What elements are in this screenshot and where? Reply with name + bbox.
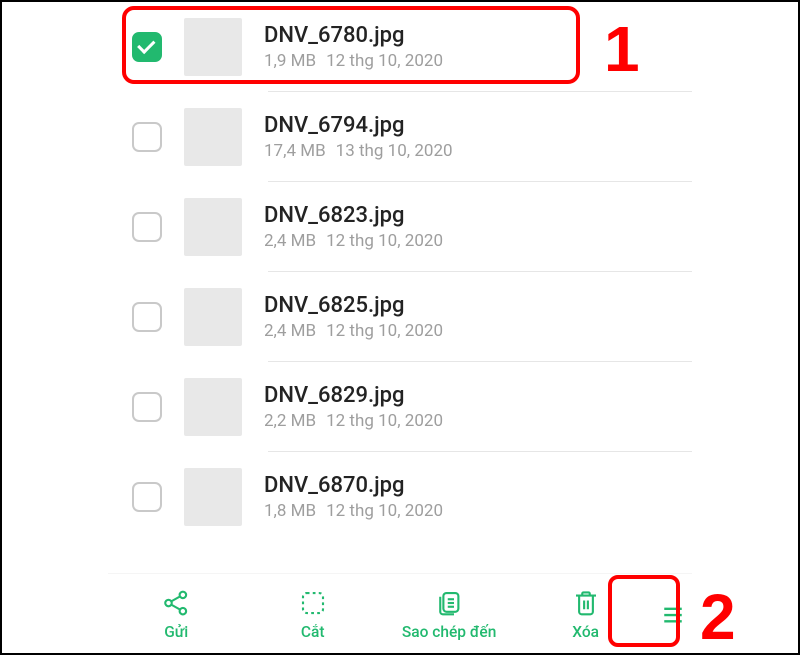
delete-label: Xóa: [572, 623, 599, 641]
file-date: 13 thg 10, 2020: [336, 141, 453, 161]
send-label: Gửi: [164, 623, 188, 641]
file-size: 2,4 MB: [264, 321, 316, 341]
copy-icon: [434, 588, 464, 618]
file-row[interactable]: DNV_6794.jpg 17,4 MB 13 thg 10, 2020: [108, 92, 692, 182]
menu-icon: [658, 600, 688, 630]
file-thumbnail: [184, 468, 242, 526]
file-subtext: 2,4 MB 12 thg 10, 2020: [264, 231, 672, 251]
file-date: 12 thg 10, 2020: [326, 501, 443, 521]
file-thumbnail: [184, 108, 242, 166]
file-meta: DNV_6794.jpg 17,4 MB 13 thg 10, 2020: [264, 113, 672, 161]
file-date: 12 thg 10, 2020: [326, 321, 443, 341]
file-name: DNV_6823.jpg: [264, 203, 672, 228]
file-row[interactable]: DNV_6829.jpg 2,2 MB 12 thg 10, 2020: [108, 362, 692, 452]
more-button[interactable]: [654, 574, 692, 655]
phone-viewport: DNV_6780.jpg 1,9 MB12 thg 10, 2020 DNV_6…: [108, 0, 692, 655]
file-size: 1,8 MB: [264, 501, 316, 521]
file-meta: DNV_6829.jpg 2,2 MB 12 thg 10, 2020: [264, 383, 672, 431]
copy-button[interactable]: Sao chép đến: [381, 574, 517, 655]
share-icon: [161, 588, 191, 618]
file-subtext: 2,2 MB 12 thg 10, 2020: [264, 411, 672, 431]
cut-button[interactable]: Cắt: [244, 574, 380, 655]
checkbox-unchecked[interactable]: [132, 302, 162, 332]
trash-icon: [571, 588, 601, 618]
file-size: 1,9 MB: [264, 51, 316, 71]
checkbox-unchecked[interactable]: [132, 122, 162, 152]
file-size: 2,4 MB: [264, 231, 316, 251]
file-subtext: 17,4 MB 13 thg 10, 2020: [264, 141, 672, 161]
send-button[interactable]: Gửi: [108, 574, 244, 655]
file-subtext: 1,8 MB 12 thg 10, 2020: [264, 501, 672, 521]
checkbox-unchecked[interactable]: [132, 482, 162, 512]
file-thumbnail: [184, 198, 242, 256]
delete-button[interactable]: Xóa: [517, 574, 653, 655]
file-thumbnail: [184, 18, 242, 76]
annotation-marker-2: 2: [700, 580, 736, 654]
file-name: DNV_6870.jpg: [264, 473, 672, 498]
file-date: 12 thg 10, 2020: [326, 231, 443, 251]
file-thumbnail: [184, 378, 242, 436]
file-size: 17,4 MB: [264, 141, 326, 161]
file-row[interactable]: DNV_6870.jpg 1,8 MB 12 thg 10, 2020: [108, 452, 692, 542]
file-row[interactable]: DNV_6823.jpg 2,4 MB 12 thg 10, 2020: [108, 182, 692, 272]
bottom-toolbar: Gửi Cắt Sao chép đến Xóa: [108, 573, 692, 655]
file-date: 12 thg 10, 2020: [326, 411, 443, 431]
file-date: 12 thg 10, 2020: [326, 51, 443, 71]
annotation-marker-1: 1: [604, 12, 640, 86]
cut-icon: [298, 588, 328, 618]
file-list: DNV_6780.jpg 1,9 MB12 thg 10, 2020 DNV_6…: [108, 2, 692, 573]
file-name: DNV_6794.jpg: [264, 113, 672, 138]
check-icon: [137, 36, 155, 54]
file-thumbnail: [184, 288, 242, 346]
file-subtext: 2,4 MB 12 thg 10, 2020: [264, 321, 672, 341]
file-meta: DNV_6870.jpg 1,8 MB 12 thg 10, 2020: [264, 473, 672, 521]
file-name: DNV_6825.jpg: [264, 293, 672, 318]
checkbox-unchecked[interactable]: [132, 392, 162, 422]
copy-label: Sao chép đến: [402, 623, 496, 641]
file-meta: DNV_6825.jpg 2,4 MB 12 thg 10, 2020: [264, 293, 672, 341]
file-name: DNV_6829.jpg: [264, 383, 672, 408]
file-meta: DNV_6823.jpg 2,4 MB 12 thg 10, 2020: [264, 203, 672, 251]
checkbox-checked[interactable]: [132, 32, 162, 62]
file-size: 2,2 MB: [264, 411, 316, 431]
cut-label: Cắt: [301, 623, 325, 641]
file-row[interactable]: DNV_6825.jpg 2,4 MB 12 thg 10, 2020: [108, 272, 692, 362]
checkbox-unchecked[interactable]: [132, 212, 162, 242]
